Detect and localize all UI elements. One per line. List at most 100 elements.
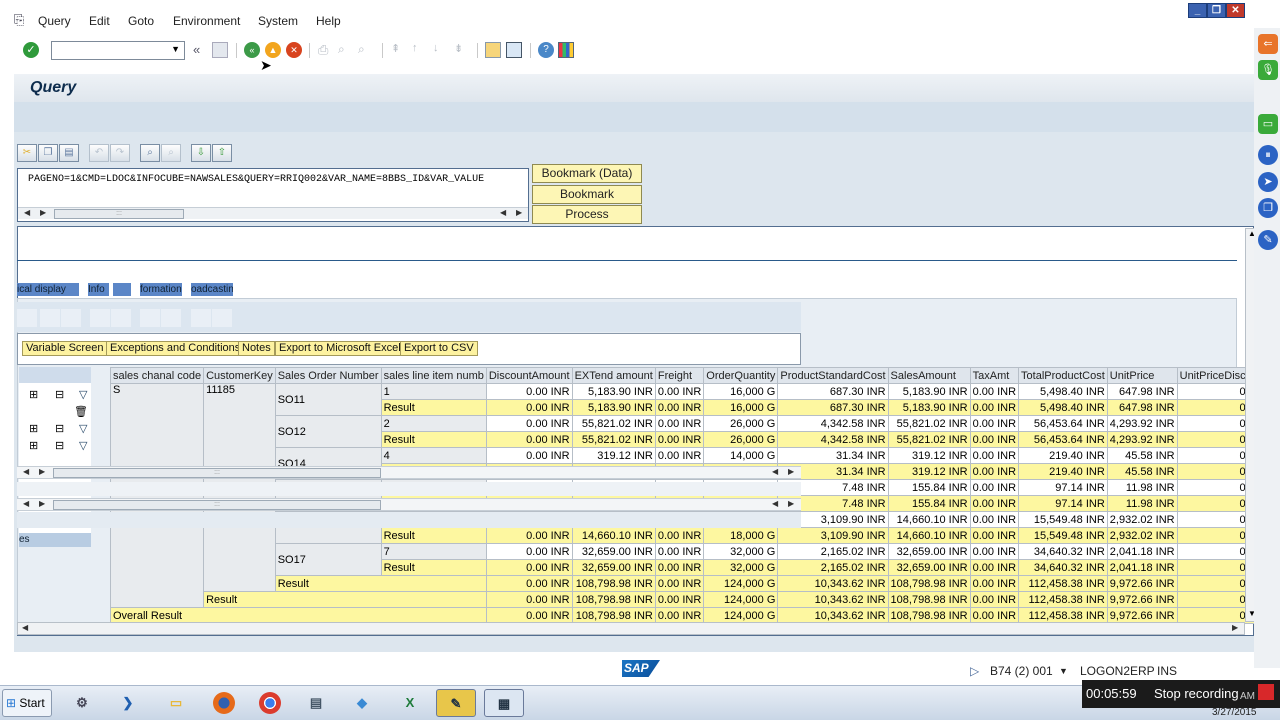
save-icon[interactable]	[212, 42, 228, 58]
stop-recording-button[interactable]: Stop recording	[1154, 686, 1239, 701]
scroll-right-end-icon[interactable]: ▶	[516, 208, 522, 217]
find-text-icon[interactable]: ⌕	[140, 144, 160, 162]
cancel-icon[interactable]: ✕	[286, 42, 302, 58]
column-header[interactable]: UnitPrice	[1106, 367, 1178, 384]
network-icon[interactable]: ⚙	[62, 689, 102, 717]
first-page-icon[interactable]: ⇞	[391, 42, 407, 58]
export-excel-button[interactable]: Export to Microsoft Excel	[275, 341, 405, 356]
notes-button[interactable]: Notes	[238, 341, 275, 356]
create-session-icon[interactable]	[485, 42, 501, 58]
command-field[interactable]: ▼	[51, 41, 185, 60]
scroll-right-icon[interactable]: ▶	[39, 499, 45, 508]
scroll-left-icon[interactable]: ◀	[23, 467, 29, 476]
chevron-down-icon[interactable]: ▼	[171, 44, 180, 54]
tab-graphical-display[interactable]: ical display	[17, 283, 79, 296]
print-icon[interactable]: ⎙	[318, 42, 334, 58]
pause-icon[interactable]: ⏸	[1258, 145, 1278, 165]
horizontal-scrollbar[interactable]: ◀ ▶ ::: ◀ ▶	[18, 207, 528, 219]
swap-icon[interactable]: ⊞	[29, 439, 38, 452]
column-header[interactable]: Sales Order Number	[274, 367, 382, 384]
scroll-thumb[interactable]: :::	[53, 500, 381, 510]
report-hscrollbar[interactable]: ◀ ▶	[17, 622, 1245, 635]
excel-icon[interactable]: X	[390, 689, 430, 717]
double-left-icon[interactable]: «	[193, 42, 200, 57]
previous-page-icon[interactable]: ↑	[412, 42, 428, 58]
delete-icon[interactable]: 🗑	[74, 405, 88, 418]
customize-layout-icon[interactable]	[558, 42, 574, 58]
sap-logon-icon[interactable]: ▦	[484, 689, 524, 717]
folder-icon[interactable]: ▭	[156, 689, 196, 717]
export-csv-button[interactable]: Export to CSV	[400, 341, 478, 356]
nav-button[interactable]	[17, 309, 37, 327]
export-icon[interactable]: ⇧	[212, 144, 232, 162]
scroll-left-icon[interactable]: ◀	[22, 623, 28, 632]
variable-screen-button[interactable]: Variable Screen	[22, 341, 108, 356]
column-header[interactable]: CustomerKey	[203, 367, 276, 384]
column-header[interactable]: TotalProductCost	[1018, 367, 1108, 384]
process-button[interactable]: Process	[532, 205, 642, 224]
pointer-icon[interactable]: ➤	[1258, 172, 1278, 192]
app-menu-icon[interactable]: ⎘	[14, 12, 24, 28]
redo-icon[interactable]: ↷	[110, 144, 130, 162]
tab-information[interactable]: formation l	[140, 283, 182, 296]
help-icon[interactable]: ?	[538, 42, 554, 58]
drilldown-icon[interactable]: ⊟	[55, 388, 64, 401]
menu-edit[interactable]: Edit	[89, 14, 110, 28]
column-header[interactable]: sales line item numb	[380, 367, 487, 384]
menu-help[interactable]: Help	[316, 14, 341, 28]
nav-button[interactable]	[191, 309, 211, 327]
find-again-icon[interactable]: ⌕	[161, 144, 181, 162]
cut-icon[interactable]: ✂	[17, 144, 37, 162]
last-page-icon[interactable]: ⇟	[454, 42, 470, 58]
column-header[interactable]: sales chanal code	[109, 367, 205, 384]
find-next-icon[interactable]: ⌕	[358, 42, 374, 58]
tab-info[interactable]: Info	[88, 283, 109, 296]
enter-check-icon[interactable]: ✓	[23, 42, 39, 58]
bookmark-button[interactable]: Bookmark	[532, 185, 642, 204]
back-icon[interactable]: «	[244, 42, 260, 58]
scroll-left-end-icon[interactable]: ◀	[772, 499, 778, 508]
nav-button[interactable]	[111, 309, 131, 327]
scroll-left-end-icon[interactable]: ◀	[500, 208, 506, 217]
menu-environment[interactable]: Environment	[173, 14, 240, 28]
exceptions-conditions-button[interactable]: Exceptions and Conditions	[106, 341, 245, 356]
copy-icon[interactable]: ❐	[38, 144, 58, 162]
exit-icon[interactable]: ▲	[265, 42, 281, 58]
filter-icon[interactable]: ▽	[79, 439, 87, 452]
shortcut-icon[interactable]	[506, 42, 522, 58]
nav-button[interactable]	[140, 309, 160, 327]
url-text[interactable]: PAGENO=1&CMD=LDOC&INFOCUBE=NAWSALES&QUER…	[28, 174, 528, 185]
nav-button[interactable]	[61, 309, 81, 327]
overlay-scrollbar[interactable]: ◀ ▶ ::: ◀ ▶	[17, 466, 801, 479]
swap-icon[interactable]: ⊞	[29, 388, 38, 401]
column-header[interactable]: OrderQuantity	[703, 367, 779, 384]
chrome-icon[interactable]	[250, 689, 290, 717]
restore-button[interactable]: ❐	[1207, 3, 1226, 18]
column-header[interactable]: DiscountAmount	[485, 367, 573, 384]
notepad-icon[interactable]: ▤	[296, 689, 336, 717]
column-header[interactable]: EXTend amount	[571, 367, 656, 384]
scroll-thumb[interactable]: :::	[54, 209, 184, 219]
chevron-down-icon[interactable]: ▼	[1059, 666, 1068, 676]
menu-goto[interactable]: Goto	[128, 14, 154, 28]
screen-icon[interactable]: ▭	[1258, 114, 1278, 134]
pen-icon[interactable]: ✎	[1258, 230, 1278, 250]
import-icon[interactable]: ⇩	[191, 144, 211, 162]
paste-icon[interactable]: ▤	[59, 144, 79, 162]
powershell-icon[interactable]: ❯	[108, 689, 148, 717]
drilldown-icon[interactable]: ⊟	[55, 422, 64, 435]
scroll-right-icon[interactable]: ▶	[40, 208, 46, 217]
nav-button[interactable]	[40, 309, 60, 327]
filter-icon[interactable]: ▽	[79, 388, 87, 401]
next-page-icon[interactable]: ↓	[433, 42, 449, 58]
bookmark-data-button[interactable]: Bookmark (Data)	[532, 164, 642, 183]
nav-button[interactable]	[161, 309, 181, 327]
undo-icon[interactable]: ↶	[89, 144, 109, 162]
minimize-button[interactable]: _	[1188, 3, 1207, 18]
overlay-scrollbar[interactable]: ◀ ▶ ::: ◀ ▶	[17, 498, 801, 511]
scroll-thumb[interactable]: :::	[53, 468, 381, 478]
url-editor[interactable]: PAGENO=1&CMD=LDOC&INFOCUBE=NAWSALES&QUER…	[17, 168, 529, 222]
sap-gui-icon[interactable]: ✎	[436, 689, 476, 717]
paint-icon[interactable]: ◆	[342, 689, 382, 717]
menu-system[interactable]: System	[258, 14, 298, 28]
